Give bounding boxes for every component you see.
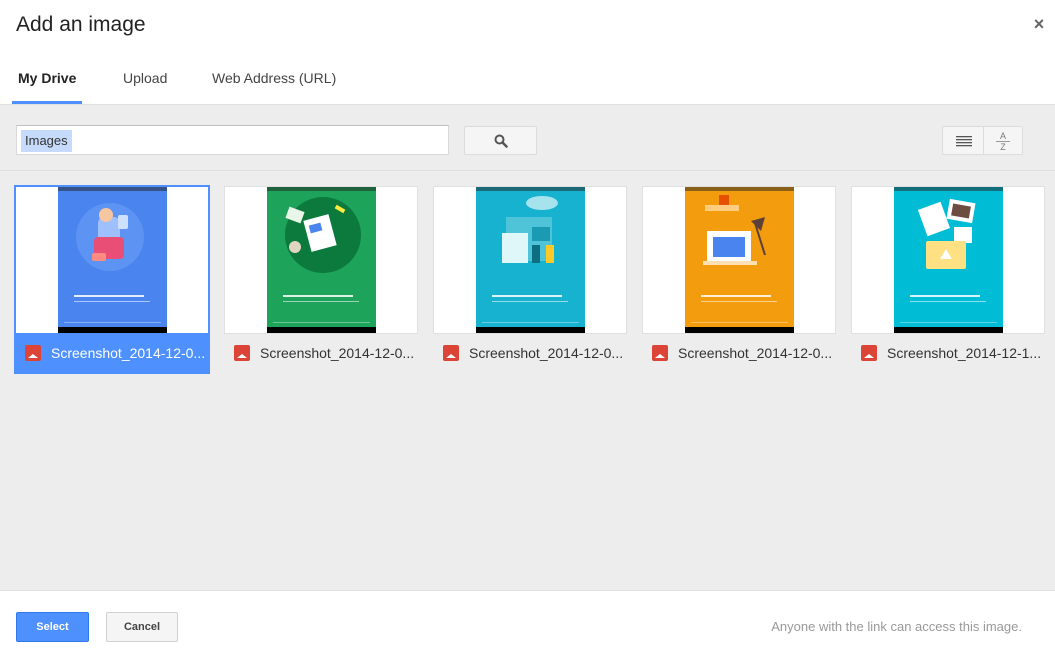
file-thumbnail xyxy=(642,186,836,334)
cancel-button[interactable]: Cancel xyxy=(106,612,178,642)
file-tile[interactable]: Screenshot_2014-12-1... xyxy=(851,186,1045,373)
screenshot-preview xyxy=(476,187,585,333)
image-file-icon xyxy=(25,345,41,361)
sharing-note: Anyone with the link can access this ima… xyxy=(771,619,1022,634)
dialog-header: Add an image × My Drive Upload Web Addre… xyxy=(0,0,1055,104)
file-label: Screenshot_2014-12-0... xyxy=(25,344,205,364)
file-label: Screenshot_2014-12-0... xyxy=(652,344,832,364)
search-button[interactable] xyxy=(464,126,537,155)
screenshot-preview xyxy=(685,187,794,333)
illustration-word-docs xyxy=(703,195,766,265)
file-browser: Images A Z Screenshot_2014-12-0... Scree… xyxy=(0,104,1055,590)
tab-my-drive[interactable]: My Drive xyxy=(11,62,83,104)
add-image-dialog: Add an image × My Drive Upload Web Addre… xyxy=(0,0,1055,658)
screenshot-preview xyxy=(58,187,167,333)
sort-glyph-a: A xyxy=(999,131,1006,141)
illustration-traveler xyxy=(76,203,144,271)
dialog-footer: Select Cancel Anyone with the link can a… xyxy=(0,590,1055,658)
file-tile[interactable]: Screenshot_2014-12-0... xyxy=(642,186,836,373)
file-thumbnail xyxy=(851,186,1045,334)
image-file-icon xyxy=(234,345,250,361)
file-thumbnail xyxy=(224,186,418,334)
select-button[interactable]: Select xyxy=(16,612,89,642)
list-view-button[interactable] xyxy=(942,126,984,155)
list-view-icon xyxy=(956,136,972,147)
magnifier-icon xyxy=(494,134,508,148)
sort-glyph-z: Z xyxy=(1000,142,1006,152)
tab-bar: My Drive Upload Web Address (URL) xyxy=(0,62,1055,104)
image-file-icon xyxy=(443,345,459,361)
file-tile[interactable]: Screenshot_2014-12-0... xyxy=(15,186,209,373)
file-name: Screenshot_2014-12-1... xyxy=(887,345,1041,361)
search-input[interactable]: Images xyxy=(16,125,449,155)
file-label: Screenshot_2014-12-0... xyxy=(234,344,414,364)
file-name: Screenshot_2014-12-0... xyxy=(469,345,623,361)
tab-upload[interactable]: Upload xyxy=(119,62,171,104)
file-tile[interactable]: Screenshot_2014-12-0... xyxy=(224,186,418,373)
dialog-title: Add an image xyxy=(16,13,146,36)
file-label: Screenshot_2014-12-1... xyxy=(861,344,1041,364)
sort-button[interactable]: A Z xyxy=(984,126,1023,155)
illustration-documents xyxy=(285,197,361,273)
file-tile[interactable]: Screenshot_2014-12-0... xyxy=(433,186,627,373)
file-name: Screenshot_2014-12-0... xyxy=(678,345,832,361)
image-file-icon xyxy=(861,345,877,361)
toolbar: Images A Z xyxy=(0,105,1055,171)
file-name: Screenshot_2014-12-0... xyxy=(260,345,414,361)
illustration-cloud-save xyxy=(502,196,558,263)
screenshot-preview xyxy=(894,187,1003,333)
file-name: Screenshot_2014-12-0... xyxy=(51,345,205,361)
file-thumbnail xyxy=(15,186,209,334)
sort-az-icon: A Z xyxy=(996,131,1010,152)
file-thumbnail xyxy=(433,186,627,334)
image-file-icon xyxy=(652,345,668,361)
illustration-save-everything xyxy=(917,198,976,269)
file-label: Screenshot_2014-12-0... xyxy=(443,344,623,364)
search-chip[interactable]: Images xyxy=(21,130,72,152)
screenshot-preview xyxy=(267,187,376,333)
close-icon[interactable]: × xyxy=(1031,15,1047,33)
tab-web-address[interactable]: Web Address (URL) xyxy=(208,62,340,104)
